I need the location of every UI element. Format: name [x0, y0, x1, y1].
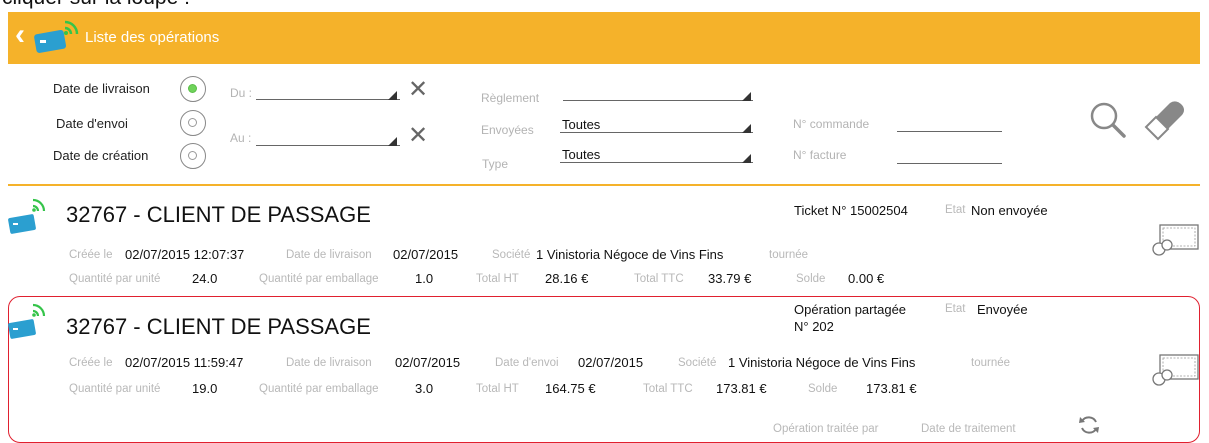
facture-label: N° facture [793, 148, 847, 162]
nfc-card-icon [34, 20, 79, 53]
creee-value: 02/07/2015 12:07:37 [125, 247, 245, 262]
date-option-envoi-label: Date d'envoi [56, 116, 128, 131]
reglement-select[interactable] [563, 85, 753, 101]
shared-operation-label: Opération partagée [794, 302, 907, 317]
total-ht-label: Total HT [476, 273, 519, 285]
reglement-dropdown-icon [742, 92, 751, 101]
total-ttc-value: 33.79 € [708, 271, 752, 286]
du-dropdown-icon [388, 91, 397, 100]
qte-unite-label: Quantité par unité [69, 383, 161, 395]
qte-unite-value: 19.0 [192, 381, 218, 396]
traitee-par-label: Opération traitée par [773, 423, 879, 435]
client-name: 32767 - CLIENT DE PASSAGE [66, 202, 371, 227]
livraison-value: 02/07/2015 [393, 247, 459, 262]
reglement-label: Règlement [481, 91, 540, 105]
back-chevron-icon[interactable]: ‹ [15, 20, 25, 50]
total-ttc-value: 173.81 € [716, 381, 767, 396]
creee-value: 02/07/2015 11:59:47 [125, 355, 244, 370]
total-ttc-label: Total TTC [643, 383, 693, 395]
total-ht-label: Total HT [476, 383, 519, 395]
solde-label: Solde [808, 383, 838, 395]
type-label: Type [482, 157, 509, 171]
commande-input[interactable] [897, 116, 1002, 132]
solde-value: 173.81 € [866, 381, 917, 396]
nfc-card-icon [8, 198, 46, 234]
date-traitement-label: Date de traitement [921, 423, 1016, 435]
operation-card[interactable]: 32767 - CLIENT DE PASSAGE Ticket N° 1500… [8, 188, 1200, 292]
societe-label: Société [678, 357, 717, 369]
operation-card-selected[interactable]: 32767 - CLIENT DE PASSAGE Opération part… [8, 296, 1200, 443]
tournee-label: tournée [971, 357, 1011, 369]
caption-text: cliquer sur la loupe : [2, 0, 190, 10]
client-name: 32767 - CLIENT DE PASSAGE [66, 314, 371, 339]
etat-label: Etat [945, 204, 966, 216]
date-option-creation-label: Date de création [53, 148, 149, 163]
livraison-value: 02/07/2015 [395, 355, 461, 370]
au-dropdown-icon [388, 137, 397, 146]
radio-date-envoi[interactable] [180, 110, 206, 136]
total-ht-value: 164.75 € [545, 381, 596, 396]
attachment-icon[interactable] [1151, 222, 1201, 258]
etat-value: Non envoyée [971, 203, 1048, 218]
sync-icon[interactable] [1078, 414, 1100, 436]
qte-emb-value: 1.0 [415, 271, 434, 286]
attachment-icon[interactable] [1151, 352, 1201, 388]
clear-du-x-icon[interactable]: ✕ [408, 78, 428, 102]
facture-input[interactable] [897, 148, 1002, 164]
qte-unite-value: 24.0 [192, 271, 218, 286]
total-ht-value: 28.16 € [545, 271, 589, 286]
commande-label: N° commande [793, 117, 870, 131]
creee-label: Créée le [69, 249, 113, 261]
qte-emb-label: Quantité par emballage [259, 273, 379, 285]
au-label: Au : [230, 131, 252, 145]
eraser-icon[interactable] [1140, 99, 1190, 143]
search-icon[interactable] [1086, 99, 1136, 143]
radio-date-creation[interactable] [180, 143, 206, 169]
livraison-label: Date de livraison [286, 357, 372, 369]
filter-separator [8, 184, 1200, 186]
etat-value: Envoyée [977, 302, 1028, 317]
envoyees-value: Toutes [562, 117, 601, 132]
societe-label: Société [492, 249, 531, 261]
qte-emb-label: Quantité par emballage [259, 383, 379, 395]
societe-value: 1 Vinistoria Négoce de Vins Fins [536, 247, 724, 262]
operation-number: N° 202 [794, 319, 834, 334]
solde-label: Solde [796, 273, 826, 285]
nfc-card-icon [8, 303, 46, 339]
solde-value: 0.00 € [848, 271, 885, 286]
etat-label: Etat [945, 303, 966, 315]
au-date-field[interactable] [256, 130, 400, 146]
envoi-value: 02/07/2015 [578, 355, 644, 370]
du-label: Du : [230, 86, 253, 100]
page-title: Liste des opérations [85, 29, 220, 46]
qte-emb-value: 3.0 [415, 381, 434, 396]
header-bar: ‹ Liste des opérations [8, 12, 1200, 64]
du-date-field[interactable] [256, 84, 400, 100]
type-dropdown-icon [742, 154, 751, 163]
app-screen: cliquer sur la loupe : ‹ Liste des opéra… [0, 0, 1209, 443]
ticket-number: Ticket N° 15002504 [794, 203, 908, 218]
type-value: Toutes [562, 147, 601, 162]
qte-unite-label: Quantité par unité [69, 273, 161, 285]
total-ttc-label: Total TTC [634, 273, 684, 285]
livraison-label: Date de livraison [286, 249, 372, 261]
societe-value: 1 Vinistoria Négoce de Vins Fins [728, 355, 916, 370]
radio-date-livraison[interactable] [180, 76, 206, 102]
envoi-label: Date d'envoi [495, 357, 559, 369]
envoyees-label: Envoyées [481, 123, 534, 137]
envoyees-dropdown-icon [742, 124, 751, 133]
date-option-livraison-label: Date de livraison [53, 81, 150, 96]
creee-label: Créée le [69, 357, 113, 369]
tournee-label: tournée [769, 249, 809, 261]
clear-au-x-icon[interactable]: ✕ [408, 124, 428, 148]
